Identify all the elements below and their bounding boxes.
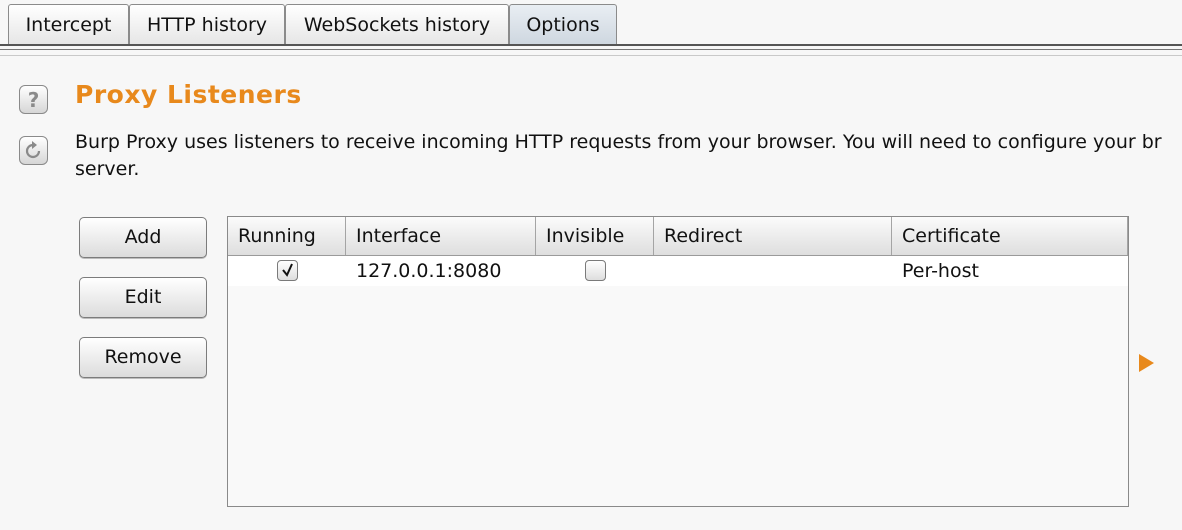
tab-http-history[interactable]: HTTP history — [129, 4, 285, 44]
interface-cell: 127.0.0.1:8080 — [356, 260, 502, 282]
column-header-redirect[interactable]: Redirect — [654, 217, 892, 255]
play-arrow-icon[interactable] — [1138, 353, 1156, 373]
certificate-cell: Per-host — [902, 260, 979, 282]
question-mark-icon: ? — [28, 88, 40, 112]
column-header-interface[interactable]: Interface — [346, 217, 536, 255]
restore-defaults-button[interactable] — [19, 136, 48, 165]
tab-divider — [0, 55, 1182, 56]
column-header-invisible[interactable]: Invisible — [536, 217, 654, 255]
listeners-table[interactable]: Running Interface Invisible Redirect Cer… — [227, 216, 1129, 507]
tab-intercept[interactable]: Intercept — [8, 4, 129, 44]
invisible-checkbox[interactable] — [585, 260, 606, 281]
description-line-1: Burp Proxy uses listeners to receive inc… — [75, 131, 1162, 153]
svg-text:?: ? — [28, 88, 40, 112]
description-line-2: server. — [75, 158, 140, 180]
add-button[interactable]: Add — [79, 217, 207, 258]
tab-divider — [0, 49, 1182, 50]
column-header-running[interactable]: Running — [228, 217, 346, 255]
tab-bar: Intercept HTTP history WebSockets histor… — [0, 0, 1182, 62]
table-row[interactable]: 127.0.0.1:8080 Per-host — [228, 256, 1128, 286]
help-button[interactable]: ? — [19, 85, 48, 114]
section-description: Burp Proxy uses listeners to receive inc… — [75, 129, 1182, 183]
checkmark-icon — [282, 263, 293, 277]
tab-options[interactable]: Options — [509, 4, 617, 46]
remove-button[interactable]: Remove — [79, 337, 207, 378]
column-header-certificate[interactable]: Certificate — [892, 217, 1128, 255]
tab-websockets-history[interactable]: WebSockets history — [285, 4, 509, 44]
table-header: Running Interface Invisible Redirect Cer… — [228, 217, 1128, 256]
running-checkbox[interactable] — [277, 260, 298, 281]
refresh-icon — [25, 141, 41, 159]
tab-divider — [0, 44, 1182, 46]
section-title: Proxy Listeners — [75, 80, 302, 109]
edit-button[interactable]: Edit — [79, 277, 207, 318]
